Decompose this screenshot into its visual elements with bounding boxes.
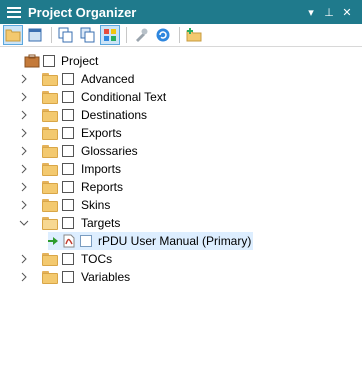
tree-item-conditional-text[interactable]: Conditional Text <box>19 88 166 106</box>
tree-item-exports[interactable]: Exports <box>19 124 122 142</box>
tree-item-label: Imports <box>81 162 122 176</box>
tree-item-label: Reports <box>81 180 124 194</box>
folder-icon <box>42 198 58 212</box>
tree-item-label: TOCs <box>81 252 113 266</box>
chevron-right-icon[interactable] <box>19 200 29 210</box>
tree-item-glossaries[interactable]: Glossaries <box>19 142 138 160</box>
tree-item-label: Destinations <box>81 108 148 122</box>
chevron-right-icon[interactable] <box>19 74 29 84</box>
tree-item-label: Conditional Text <box>81 90 167 104</box>
tools-icon[interactable] <box>131 25 151 45</box>
checkbox[interactable] <box>62 163 74 175</box>
folder-open-icon[interactable] <box>3 25 23 45</box>
dropdown-button[interactable]: ▾ <box>302 3 320 21</box>
folder-icon <box>42 162 58 176</box>
panel-title: Project Organizer <box>28 4 137 20</box>
folder-icon <box>42 180 58 194</box>
chevron-right-icon[interactable] <box>19 146 29 156</box>
folder-open-icon <box>42 216 58 230</box>
tree-item-label: Exports <box>81 126 122 140</box>
checkbox[interactable] <box>62 199 74 211</box>
tree-item-variables[interactable]: Variables <box>19 268 130 286</box>
folder-icon <box>42 144 58 158</box>
tree-item-advanced[interactable]: Advanced <box>19 70 134 88</box>
tree-item-label: rPDU User Manual (Primary) <box>98 234 252 248</box>
folder-icon <box>42 270 58 284</box>
refresh-icon[interactable] <box>153 25 173 45</box>
chevron-right-icon[interactable] <box>19 182 29 192</box>
chevron-down-icon[interactable] <box>19 218 29 228</box>
toolbar-separator <box>126 27 127 43</box>
checkbox[interactable] <box>43 55 55 67</box>
add-folder-icon[interactable] <box>184 25 204 45</box>
copy-icon[interactable] <box>56 25 76 45</box>
chevron-right-icon[interactable] <box>19 110 29 120</box>
tree-item-label: Skins <box>81 198 111 212</box>
checkbox[interactable] <box>62 73 74 85</box>
view-icon[interactable] <box>25 25 45 45</box>
folder-icon <box>42 126 58 140</box>
tree-item-tocs[interactable]: TOCs <box>19 250 112 268</box>
chevron-right-icon[interactable] <box>19 128 29 138</box>
toolbar-separator <box>179 27 180 43</box>
tree-item-target-rpdu-user-manual[interactable]: rPDU User Manual (Primary) <box>48 232 253 250</box>
folder-icon <box>42 108 58 122</box>
tree-item-imports[interactable]: Imports <box>19 160 121 178</box>
chevron-right-icon[interactable] <box>19 272 29 282</box>
project-tree: Project Advanced Conditional Text Destin… <box>0 48 362 392</box>
toolbar <box>0 24 362 47</box>
tree-item-label: Glossaries <box>81 144 138 158</box>
tree-item-label: Advanced <box>81 72 135 86</box>
tree-item-reports[interactable]: Reports <box>19 178 123 196</box>
title-bar: Project Organizer ▾ ⊥ ✕ <box>0 0 362 24</box>
pdf-target-icon <box>62 234 76 248</box>
chevron-right-icon[interactable] <box>19 92 29 102</box>
checkbox[interactable] <box>62 145 74 157</box>
toolbar-separator <box>51 27 52 43</box>
checkbox[interactable] <box>62 217 74 229</box>
folder-icon <box>42 90 58 104</box>
primary-target-arrow-icon <box>48 236 59 246</box>
tree-item-label: Targets <box>81 216 121 230</box>
folder-icon <box>42 252 58 266</box>
checkbox[interactable] <box>62 109 74 121</box>
checkbox[interactable] <box>62 271 74 283</box>
briefcase-icon <box>24 54 40 68</box>
chevron-right-icon[interactable] <box>19 254 29 264</box>
tree-item-destinations[interactable]: Destinations <box>19 106 147 124</box>
tree-item-label: Project <box>61 54 99 68</box>
tree-item-project[interactable]: Project <box>24 52 98 70</box>
duplicate-icon[interactable] <box>78 25 98 45</box>
close-button[interactable]: ✕ <box>338 3 356 21</box>
checkbox[interactable] <box>62 91 74 103</box>
checkbox[interactable] <box>62 127 74 139</box>
checkbox[interactable] <box>62 253 74 265</box>
tree-item-skins[interactable]: Skins <box>19 196 110 214</box>
pin-button[interactable]: ⊥ <box>320 3 338 21</box>
hamburger-menu-icon[interactable] <box>7 6 21 18</box>
tree-item-targets[interactable]: Targets <box>19 214 120 232</box>
checkbox[interactable] <box>80 235 92 247</box>
checkbox[interactable] <box>62 181 74 193</box>
tree-item-label: Variables <box>81 270 131 284</box>
folder-icon <box>42 72 58 86</box>
chevron-right-icon[interactable] <box>19 164 29 174</box>
grid-view-icon[interactable] <box>100 25 120 45</box>
